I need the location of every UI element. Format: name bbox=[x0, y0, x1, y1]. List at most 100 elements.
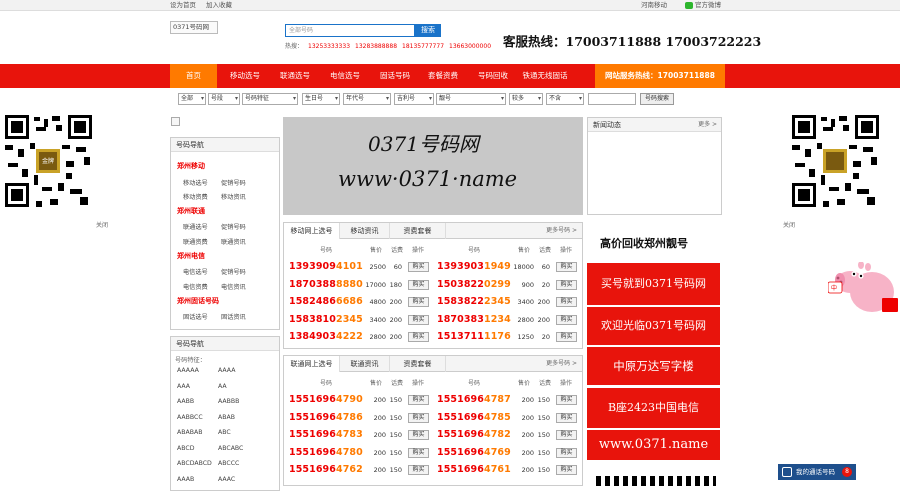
buy-button[interactable]: 购买 bbox=[556, 332, 577, 342]
site-logo[interactable]: 0371号码网 bbox=[170, 21, 218, 34]
link-telecom-select[interactable]: 电信选号 bbox=[183, 267, 208, 276]
nav-mobile[interactable]: 移动选号 bbox=[220, 64, 270, 88]
ad-wanda[interactable]: 中原万达写字楼 bbox=[587, 347, 720, 385]
link-mobile-news[interactable]: 移动资讯 bbox=[221, 192, 246, 201]
buy-button[interactable]: 购买 bbox=[408, 447, 429, 458]
peppa-pig-icon[interactable]: 中 bbox=[828, 262, 900, 317]
phone-number-link[interactable]: 18703888880 bbox=[289, 279, 363, 290]
news-more-link[interactable]: 更多 > bbox=[698, 118, 717, 132]
feature-link[interactable]: AABBCC bbox=[177, 414, 203, 421]
section-zz-landline[interactable]: 郑州固话号码 bbox=[177, 296, 219, 306]
search-input[interactable]: 全部号码 bbox=[285, 24, 415, 37]
feature-link[interactable]: ABC bbox=[218, 429, 231, 436]
tab-unicom-select[interactable]: 联通网上选号 bbox=[284, 356, 340, 372]
phone-number-link[interactable]: 15516964787 bbox=[437, 394, 511, 405]
buy-button[interactable]: 购买 bbox=[556, 279, 577, 290]
link-mobile-select[interactable]: 移动选号 bbox=[183, 178, 208, 187]
nav-tietong[interactable]: 铁通无线固话 bbox=[515, 64, 575, 88]
buy-button[interactable]: 购买 bbox=[556, 412, 577, 423]
buy-button[interactable]: 购买 bbox=[556, 465, 577, 475]
feature-link[interactable]: AAAB bbox=[177, 476, 194, 483]
filter-more-select[interactable]: 较多 bbox=[509, 93, 543, 105]
nav-plans[interactable]: 套餐资费 bbox=[418, 64, 468, 88]
feature-link[interactable]: ABCD bbox=[177, 445, 194, 452]
phone-number-link[interactable]: 15516964790 bbox=[289, 394, 363, 405]
buy-button[interactable]: 购买 bbox=[556, 297, 577, 307]
nav-recycle[interactable]: 号码回收 bbox=[468, 64, 518, 88]
phone-number-link[interactable]: 15516964783 bbox=[289, 429, 363, 440]
buy-button[interactable]: 购买 bbox=[556, 447, 577, 458]
link-unicom-fee[interactable]: 联通资费 bbox=[183, 237, 208, 246]
feature-link[interactable]: AA bbox=[218, 383, 227, 390]
feature-link[interactable]: ABCCC bbox=[218, 460, 239, 467]
number-search-input[interactable] bbox=[588, 93, 636, 105]
filter-lucky-select[interactable]: 吉利号 bbox=[394, 93, 434, 105]
feature-link[interactable]: AABBB bbox=[218, 398, 239, 405]
nav-unicom[interactable]: 联通选号 bbox=[270, 64, 320, 88]
feature-link[interactable]: AABB bbox=[177, 398, 194, 405]
section-zz-unicom[interactable]: 郑州联通 bbox=[177, 206, 205, 216]
phone-number-link[interactable]: 15137111176 bbox=[437, 331, 511, 342]
buy-button[interactable]: 购买 bbox=[408, 465, 429, 475]
phone-number-link[interactable]: 15824866686 bbox=[289, 296, 363, 307]
official-weibo-link[interactable]: 官方微博 bbox=[695, 0, 721, 10]
phone-number-link[interactable]: 15516964762 bbox=[289, 464, 363, 475]
phone-number-link[interactable]: 15038220299 bbox=[437, 279, 511, 290]
buy-button[interactable]: 购买 bbox=[556, 430, 577, 440]
buy-button[interactable]: 购买 bbox=[556, 262, 577, 272]
feature-link[interactable]: ABCABC bbox=[218, 445, 243, 452]
link-landline-select[interactable]: 固话选号 bbox=[183, 312, 208, 321]
link-telecom-news[interactable]: 电信资讯 bbox=[221, 282, 246, 291]
phone-number-link[interactable]: 15516964780 bbox=[289, 447, 363, 458]
filter-year-select[interactable]: 年代号 bbox=[343, 93, 391, 105]
feature-link[interactable]: ABCDABCD bbox=[177, 460, 212, 467]
filter-all-select[interactable]: 全部 bbox=[178, 93, 206, 105]
tab-mobile-select[interactable]: 移动网上选号 bbox=[284, 223, 340, 239]
filter-prefix-select[interactable]: 号段 bbox=[208, 93, 240, 105]
link-unicom-select[interactable]: 联通选号 bbox=[183, 222, 208, 231]
phone-number-link[interactable]: 15516964785 bbox=[437, 412, 511, 423]
buy-button[interactable]: 购买 bbox=[556, 314, 577, 325]
hot-number-link[interactable]: 13283888888 bbox=[355, 43, 397, 50]
ad-url[interactable]: www.0371.name bbox=[587, 430, 720, 460]
filter-exclude-select[interactable]: 不含 bbox=[546, 93, 584, 105]
section-zz-telecom[interactable]: 郑州电信 bbox=[177, 251, 205, 261]
henan-mobile-link[interactable]: 河南移动 bbox=[641, 0, 667, 10]
buy-button[interactable]: 购买 bbox=[408, 332, 429, 342]
buy-button[interactable]: 购买 bbox=[408, 279, 429, 290]
buy-button[interactable]: 购买 bbox=[556, 395, 577, 405]
phone-number-link[interactable]: 15516964786 bbox=[289, 412, 363, 423]
promo-banner[interactable]: 0371号码网 www·0371·name bbox=[283, 117, 583, 215]
filter-pretty-select[interactable]: 靓号 bbox=[436, 93, 506, 105]
phone-number-link[interactable]: 15516964782 bbox=[437, 429, 511, 440]
phone-number-link[interactable]: 15838222345 bbox=[437, 296, 511, 307]
left-qr-close[interactable]: 关闭 bbox=[96, 220, 108, 229]
phone-number-link[interactable]: 15838102345 bbox=[289, 314, 363, 325]
filter-feature-select[interactable]: 号码特征 bbox=[242, 93, 298, 105]
buy-button[interactable]: 购买 bbox=[408, 297, 429, 307]
phone-number-link[interactable]: 13939031949 bbox=[437, 261, 511, 272]
feature-link[interactable]: AAA bbox=[177, 383, 190, 390]
ad-welcome[interactable]: 欢迎光临0371号码网 bbox=[587, 307, 720, 345]
feature-link[interactable]: AAAC bbox=[218, 476, 235, 483]
hot-number-link[interactable]: 13253333333 bbox=[308, 43, 350, 50]
filter-birthday-select[interactable]: 生日号 bbox=[302, 93, 340, 105]
chat-button[interactable]: 我的通话号码 8 bbox=[778, 464, 856, 480]
section-zz-mobile[interactable]: 郑州移动 bbox=[177, 161, 205, 171]
link-unicom-promo[interactable]: 促销号码 bbox=[221, 222, 246, 231]
unicom-more-link[interactable]: 更多号码 > bbox=[546, 356, 577, 372]
ad-buy-number[interactable]: 买号就到0371号码网 bbox=[587, 263, 720, 305]
ad-telecom[interactable]: B座2423中国电信 bbox=[587, 388, 720, 428]
tab-unicom-plans[interactable]: 资费套餐 bbox=[390, 356, 446, 372]
nav-landline[interactable]: 固话号码 bbox=[370, 64, 420, 88]
add-favorite-link[interactable]: 加入收藏 bbox=[206, 0, 232, 10]
hot-number-link[interactable]: 18135777777 bbox=[402, 43, 444, 50]
link-mobile-fee[interactable]: 移动资费 bbox=[183, 192, 208, 201]
phone-number-link[interactable]: 15516964769 bbox=[437, 447, 511, 458]
buy-button[interactable]: 购买 bbox=[408, 395, 429, 405]
link-telecom-promo[interactable]: 促销号码 bbox=[221, 267, 246, 276]
nav-telecom[interactable]: 电信选号 bbox=[320, 64, 370, 88]
buy-button[interactable]: 购买 bbox=[408, 430, 429, 440]
link-telecom-fee[interactable]: 电信资费 bbox=[183, 282, 208, 291]
link-mobile-promo[interactable]: 促销号码 bbox=[221, 178, 246, 187]
